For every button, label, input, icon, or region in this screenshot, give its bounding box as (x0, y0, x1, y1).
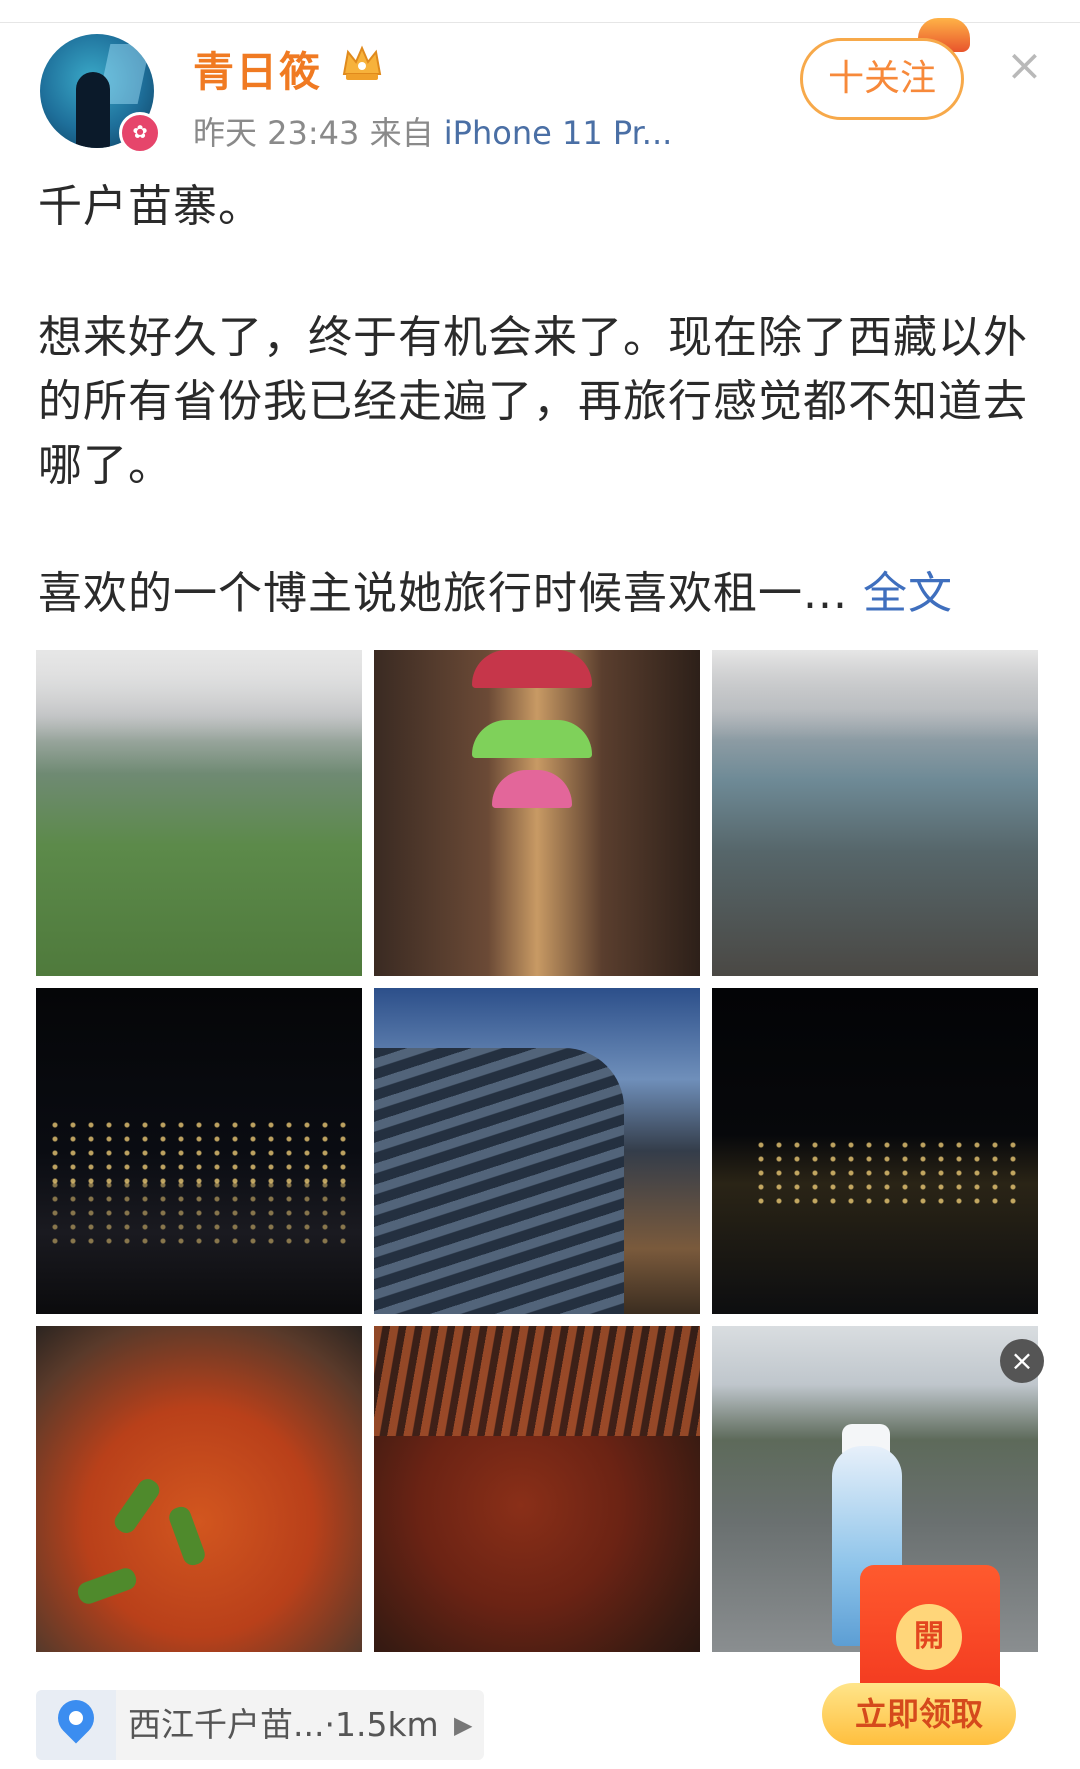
author-name[interactable]: 青日筱 (193, 38, 322, 98)
grilled-skewers-photo[interactable] (374, 1326, 700, 1652)
location-tag[interactable]: 西江千户苗...·1.5km ▶ (36, 1690, 484, 1760)
location-pin-icon (50, 1692, 102, 1744)
mountain-valley-village-photo[interactable] (712, 650, 1038, 976)
post-meta: 昨天 23:43 来自 iPhone 11 Pr... (193, 108, 672, 154)
post-body-text: 想来好久了，终于有机会来了。现在除了西藏以外的所有省份我已经走遍了，再旅行感觉都… (38, 312, 1028, 491)
skewers (374, 1326, 700, 1436)
post-preview-text: 喜欢的一个博主说她旅行时候喜欢租一... (38, 568, 848, 619)
umbrella-icon (472, 720, 592, 758)
crown-icon (342, 45, 382, 80)
close-icon[interactable]: × (1006, 44, 1043, 88)
terraced-hills-photo[interactable] (36, 650, 362, 976)
umbrella-icon (492, 770, 572, 808)
follow-button[interactable]: 十关注 (800, 38, 964, 120)
alley-with-umbrellas-photo[interactable] (374, 650, 700, 976)
location-arrow-icon: ▶ (454, 1711, 473, 1739)
riverside-lights (752, 1138, 1018, 1208)
post-preview: 喜欢的一个博主说她旅行时候喜欢租一... 全文 (38, 562, 1048, 626)
post-time: 昨天 23:43 (193, 114, 360, 152)
claim-now-button[interactable]: 立即领取 (822, 1683, 1016, 1745)
roof-tiles (374, 1048, 624, 1314)
source-prefix: 来自 (369, 114, 434, 152)
verified-badge-icon: ✿ (119, 112, 161, 154)
full-text-link[interactable]: 全文 (863, 568, 953, 619)
night-village-lights-photo[interactable] (36, 988, 362, 1314)
location-pin-box (36, 1690, 116, 1760)
avatar-figure (76, 72, 110, 148)
herb (75, 1565, 139, 1607)
fish-soup-photo[interactable] (36, 1326, 362, 1652)
umbrella-icon (472, 650, 592, 688)
herb (166, 1504, 208, 1568)
sky-glow (36, 650, 362, 740)
tiled-roof-photo[interactable] (374, 988, 700, 1314)
sky-glow (712, 650, 1038, 740)
image-grid (36, 650, 1040, 1652)
night-riverside-photo[interactable] (712, 988, 1038, 1314)
village-lights (46, 1178, 352, 1248)
promo-close-icon[interactable]: × (1000, 1339, 1044, 1383)
post-title-text: 千户苗寨。 (38, 181, 263, 232)
red-packet-coin-icon: 開 (896, 1604, 962, 1670)
location-text: 西江千户苗...·1.5km (128, 1705, 439, 1744)
top-divider (0, 0, 1080, 23)
herb (110, 1475, 164, 1537)
device-link[interactable]: iPhone 11 Pr... (444, 114, 673, 152)
